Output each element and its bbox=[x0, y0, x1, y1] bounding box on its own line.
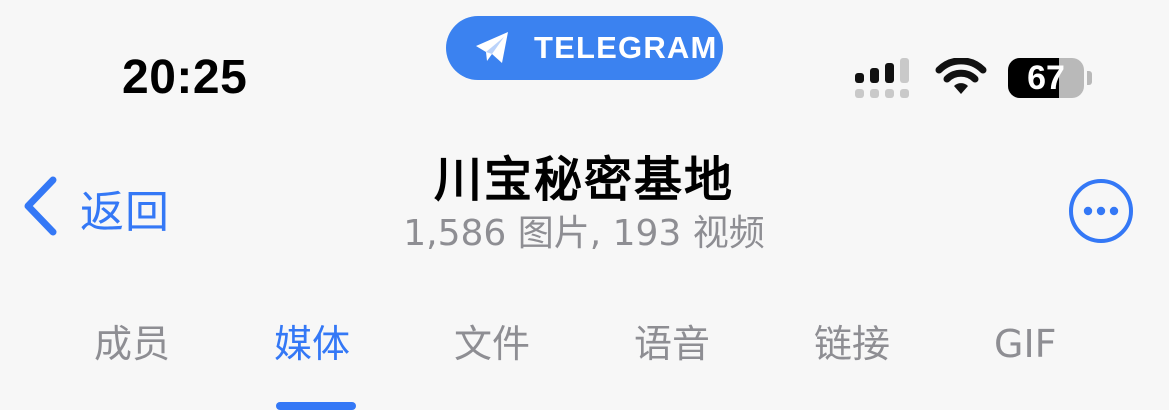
chat-header[interactable]: 川宝秘密基地 1,586 图片, 193 视频 bbox=[334, 150, 834, 258]
chat-title: 川宝秘密基地 bbox=[433, 152, 734, 208]
chat-media-count: 1,586 图片, 193 视频 bbox=[403, 213, 765, 254]
tab-files[interactable]: 文件 bbox=[454, 318, 530, 370]
tab-media[interactable]: 媒体 bbox=[274, 318, 350, 370]
cellular-signal-icon bbox=[855, 56, 917, 104]
tab-links[interactable]: 链接 bbox=[814, 318, 890, 370]
back-button[interactable]: 返回 bbox=[20, 172, 170, 244]
battery-cap bbox=[1087, 71, 1092, 85]
active-tab-indicator bbox=[276, 402, 356, 410]
battery-icon: 67 bbox=[1008, 58, 1084, 98]
status-time: 20:25 bbox=[122, 51, 248, 104]
telegram-pill[interactable]: TELEGRAM bbox=[446, 16, 723, 80]
tab-members[interactable]: 成员 bbox=[94, 318, 170, 370]
chevron-left-icon bbox=[20, 175, 60, 241]
telegram-pill-label: TELEGRAM bbox=[534, 30, 718, 65]
tab-voice[interactable]: 语音 bbox=[634, 318, 710, 370]
tab-gif[interactable]: GIF bbox=[994, 318, 1057, 370]
more-options-button[interactable] bbox=[1067, 177, 1135, 245]
telegram-plane-icon bbox=[474, 30, 512, 66]
battery-level: 67 bbox=[1027, 59, 1065, 97]
wifi-icon bbox=[934, 57, 988, 102]
ellipsis-circle-icon bbox=[1067, 179, 1135, 249]
back-label: 返回 bbox=[80, 187, 170, 238]
